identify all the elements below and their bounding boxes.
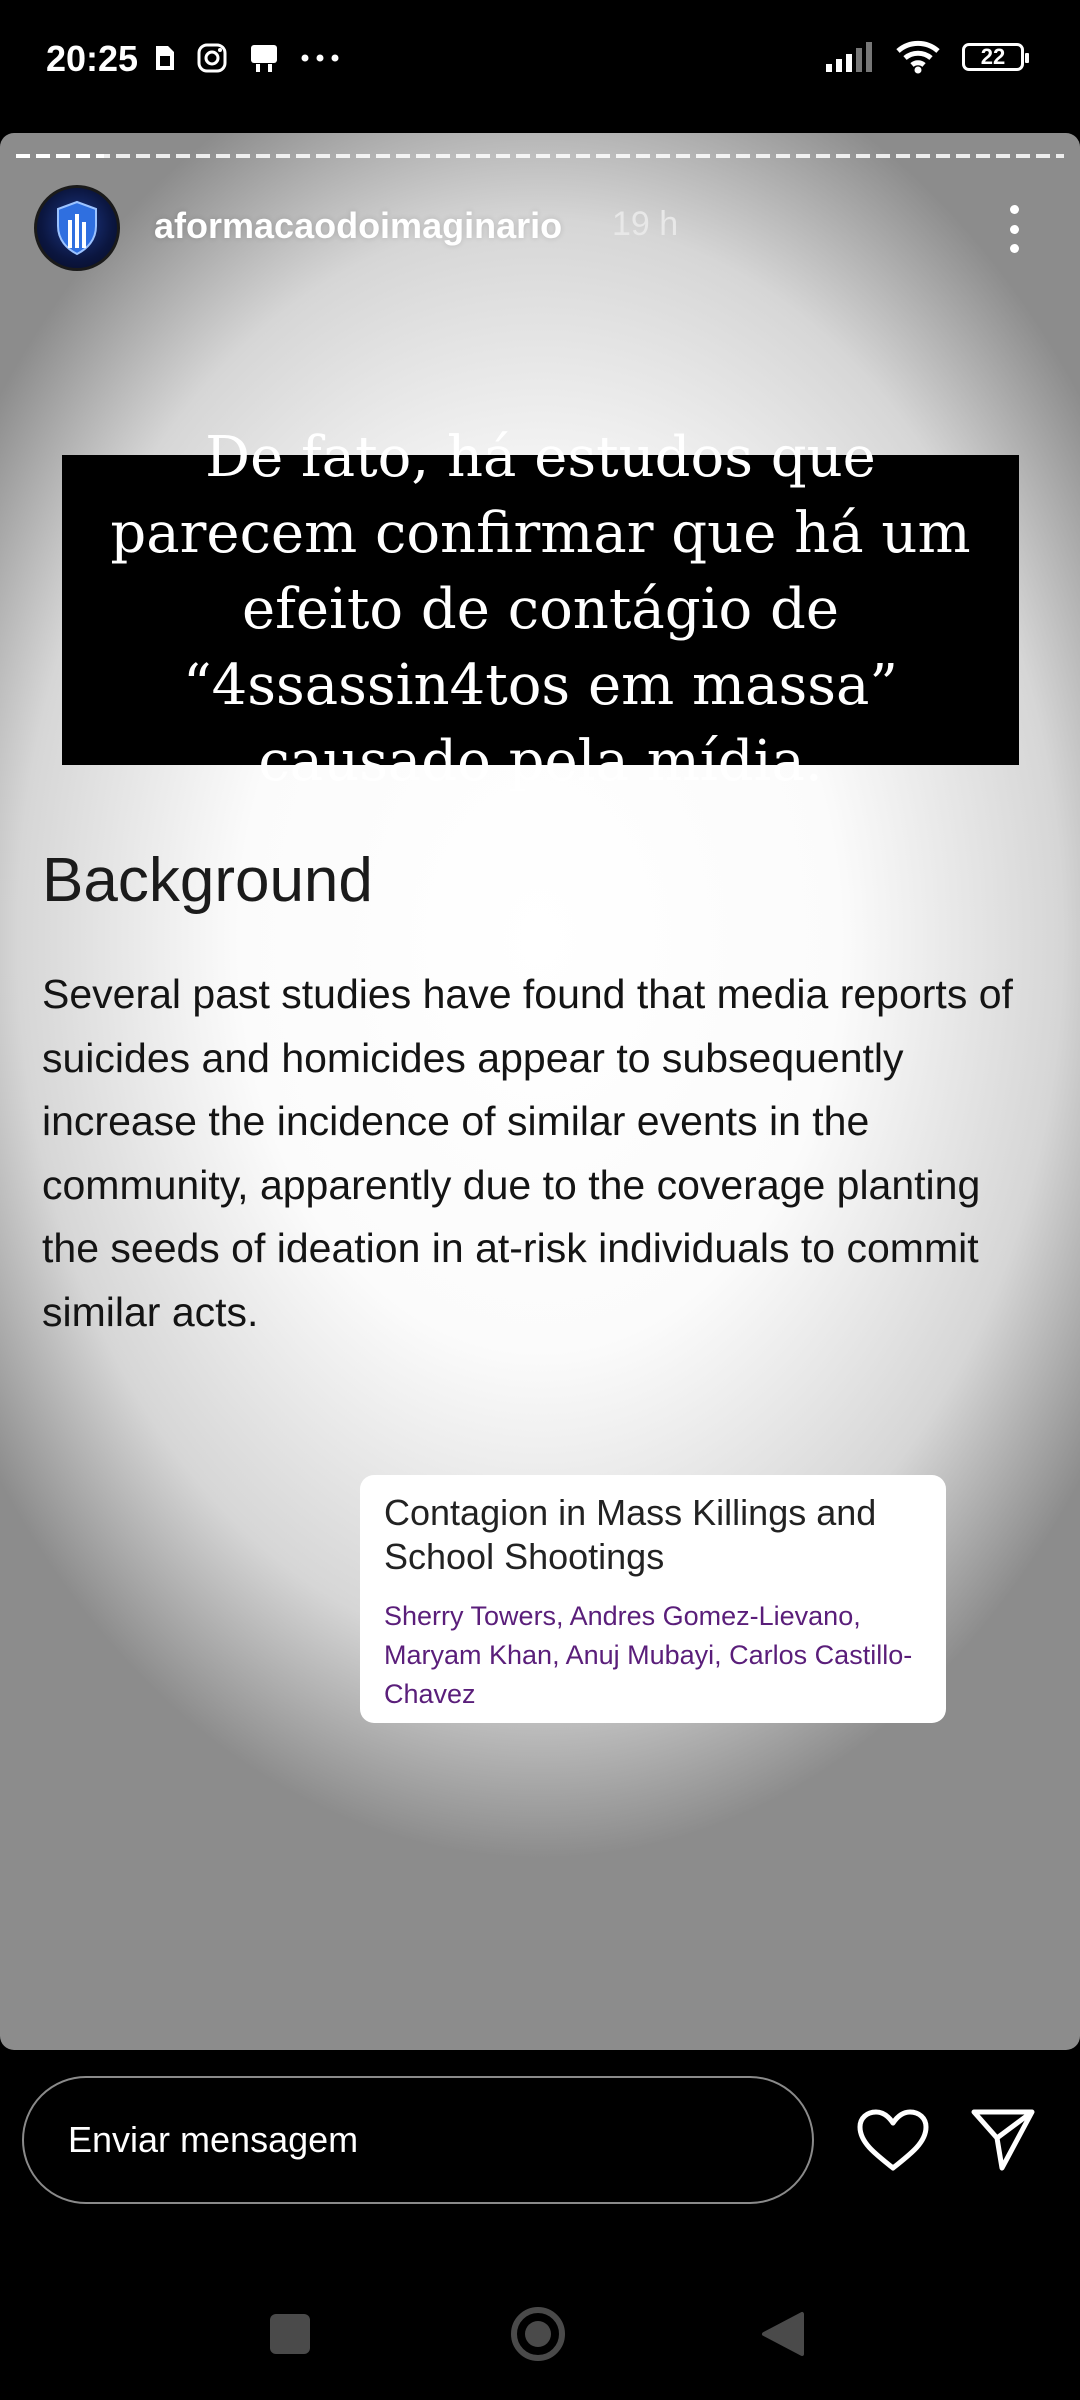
wifi-icon [896, 40, 940, 74]
status-right-icons: 22 [826, 40, 1029, 74]
instagram-icon [197, 43, 227, 73]
background-heading: Background [42, 846, 373, 915]
status-time: 20:25 [46, 38, 139, 79]
article-title: Contagion in Mass Killings and School Sh… [384, 1492, 877, 1577]
story-username[interactable]: aformacaodoimaginario [154, 205, 562, 247]
status-bar: 20:25 22 [0, 0, 1080, 130]
article-sticker[interactable]: Contagion in Mass Killings and School Sh… [360, 1475, 946, 1723]
battery-level: 22 [980, 44, 1006, 69]
story-progress-bar [16, 154, 1064, 158]
heart-icon[interactable] [856, 2108, 930, 2172]
story-banner-text: De fato, há estudos que parecem confirma… [62, 425, 1019, 794]
background-paragraph: Several past studies have found that med… [42, 971, 1013, 1335]
story-time-ago: 19 h [612, 205, 679, 243]
home-icon[interactable] [510, 2306, 566, 2362]
status-left-icons [152, 42, 340, 74]
story-card[interactable]: aformacaodoimaginario 19 h De fato, há e… [0, 133, 1080, 2050]
shield-logo-icon [57, 200, 97, 256]
send-icon[interactable] [970, 2106, 1036, 2172]
sim-icon [156, 46, 174, 70]
story-progress-current [16, 154, 104, 158]
avatar[interactable] [34, 185, 120, 271]
message-input[interactable]: Enviar mensagem [22, 2076, 814, 2204]
back-icon[interactable] [760, 2310, 806, 2358]
message-placeholder: Enviar mensagem [68, 2119, 359, 2160]
battery-icon: 22 [962, 43, 1029, 71]
more-options-icon[interactable] [994, 199, 1034, 259]
article-authors: Sherry Towers, Andres Gomez-Lievano, Mar… [384, 1601, 913, 1709]
more-dots-icon [301, 54, 339, 62]
notification-icon [251, 45, 277, 72]
signal-icon [826, 42, 872, 72]
recents-icon[interactable] [270, 2314, 310, 2354]
